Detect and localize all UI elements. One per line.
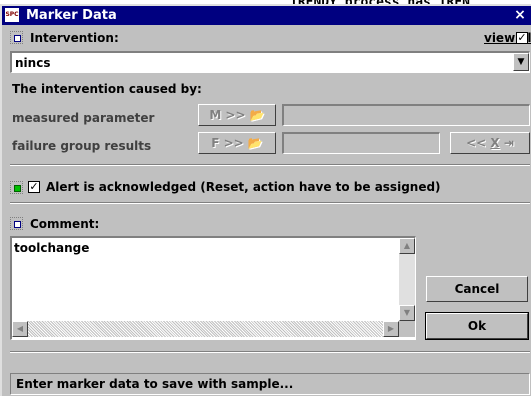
separator	[10, 202, 530, 204]
intervention-indicator-icon	[10, 31, 23, 44]
ok-button-label: Ok	[467, 319, 487, 333]
ok-button[interactable]: Ok	[425, 312, 529, 340]
scroll-down-icon[interactable]: ▼	[399, 305, 415, 321]
measured-parameter-label: measured parameter	[12, 111, 155, 125]
alert-indicator-icon	[10, 181, 23, 194]
folder-icon: 📂	[249, 108, 265, 122]
comment-vertical-scrollbar[interactable]: ▲ ▼	[399, 238, 415, 321]
failure-group-button-label: F >>	[211, 136, 244, 150]
cancel-button-label: Cancel	[454, 282, 500, 296]
measured-parameter-button[interactable]: M >> 📂	[198, 104, 276, 126]
scroll-left-icon[interactable]: ◀	[12, 321, 28, 337]
close-button[interactable]: ×	[510, 6, 530, 25]
scrollbar-corner	[399, 321, 415, 337]
marker-data-dialog: SPC Marker Data × Intervention: view all…	[0, 4, 531, 396]
caused-by-heading: The intervention caused by:	[12, 82, 202, 96]
measured-parameter-field[interactable]	[282, 104, 530, 126]
navigate-back-button[interactable]: <<	[466, 136, 486, 150]
failure-group-button[interactable]: F >> 📂	[198, 132, 276, 154]
comment-label: Comment:	[30, 217, 100, 231]
comment-textarea[interactable]: toolchange ▲ ▼ ◀ ▶	[10, 236, 416, 340]
comment-text: toolchange	[14, 241, 90, 255]
app-icon[interactable]: SPC	[5, 8, 19, 22]
comment-horizontal-scrollbar[interactable]: ◀ ▶	[12, 321, 399, 337]
chevron-down-icon[interactable]: ▼	[513, 53, 529, 71]
insert-icon: ⇥	[503, 136, 514, 150]
scroll-up-icon[interactable]: ▲	[399, 238, 415, 254]
intervention-label: Intervention:	[30, 31, 119, 45]
title-bar[interactable]: SPC Marker Data ×	[2, 6, 531, 25]
cancel-button[interactable]: Cancel	[426, 276, 528, 302]
status-bar: Enter marker data to save with sample...	[10, 373, 530, 395]
separator	[10, 164, 530, 166]
view-all-checkbox[interactable]: ✓	[516, 32, 528, 44]
delete-button[interactable]: X	[490, 136, 499, 150]
comment-indicator-icon	[10, 217, 23, 230]
alert-acknowledged-checkbox[interactable]: ✓	[28, 181, 40, 193]
measured-parameter-button-label: M >>	[209, 108, 246, 122]
navigation-buttons[interactable]: << X ⇥	[450, 132, 530, 154]
failure-group-field[interactable]	[282, 132, 440, 154]
scroll-right-icon[interactable]: ▶	[383, 321, 399, 337]
intervention-select-value: nincs	[15, 56, 51, 70]
folder-icon: 📂	[247, 136, 263, 150]
failure-group-results-label: failure group results	[12, 139, 152, 153]
intervention-select[interactable]: nincs ▼	[10, 51, 530, 73]
separator	[10, 351, 530, 353]
alert-acknowledged-label[interactable]: Alert is acknowledged (Reset, action hav…	[46, 179, 441, 195]
window-title: Marker Data	[26, 8, 117, 23]
